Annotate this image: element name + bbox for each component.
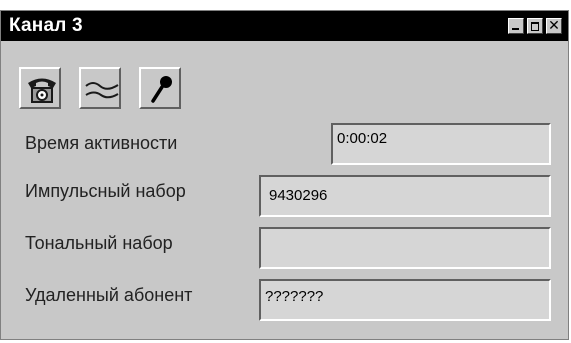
phone-button[interactable] [19,67,61,109]
microphone-icon [151,76,172,103]
maximize-button[interactable] [527,18,543,34]
microphone-button[interactable] [139,67,181,109]
line-wave-icon [85,82,119,99]
remote-subscriber-label: Удаленный абонент [25,285,193,305]
tone-dial-field [259,227,551,269]
tone-dial-label: Тональный набор [25,233,173,253]
pulse-dial-label: Импульсный набор [25,181,186,201]
remote-subscriber-field: ??????? [259,279,551,321]
active-time-label: Время активности [25,133,178,153]
telephone-icon [28,78,56,103]
close-button[interactable]: ✕ [546,17,562,34]
minimize-button[interactable] [508,18,524,34]
title-bar[interactable]: Канал 3 ✕ [1,11,568,41]
active-time-field: 0:00:02 [331,123,551,165]
pulse-dial-field: 9430296 [259,175,551,217]
close-icon: ✕ [548,17,560,33]
channel-window: Канал 3 ✕ Время активности 0:00:02 Импул… [0,10,569,340]
line-button[interactable] [79,67,121,109]
window-title: Канал 3 [9,15,83,36]
